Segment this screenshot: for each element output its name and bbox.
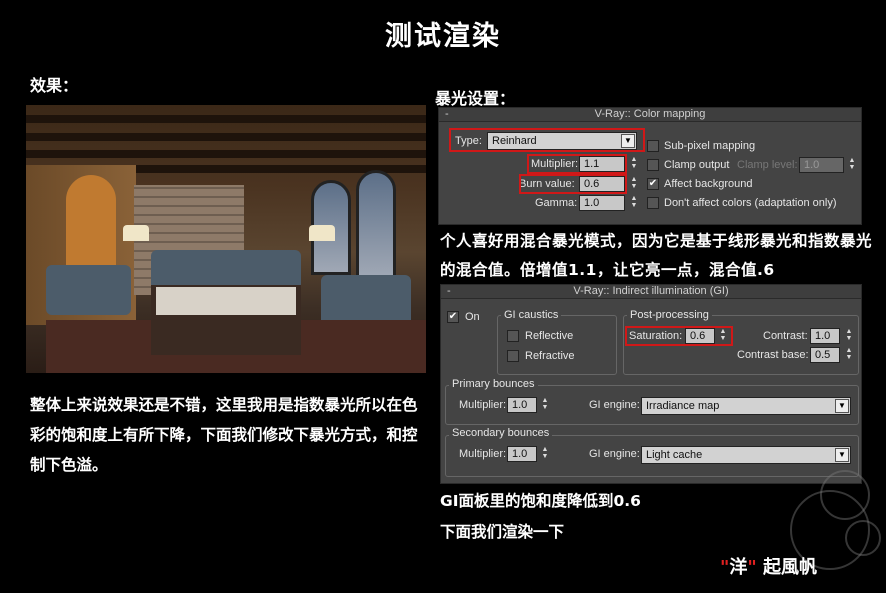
- primary-multiplier-label: Multiplier:: [459, 399, 507, 411]
- signature-rest: 起風帆: [756, 557, 818, 578]
- gi-header[interactable]: - V-Ray:: Indirect illumination (GI): [441, 285, 861, 299]
- multiplier-spinner[interactable]: ▲ ▼: [629, 156, 639, 172]
- highlight-box: [519, 174, 627, 194]
- secondary-engine-value: Light cache: [646, 449, 703, 461]
- secondary-multiplier-spinner[interactable]: ▲ ▼: [540, 446, 550, 462]
- gi-title: V-Ray:: Indirect illumination (GI): [573, 285, 729, 297]
- post-processing-title: Post-processing: [627, 309, 712, 321]
- gi-panel: - V-Ray:: Indirect illumination (GI) ✔ O…: [440, 284, 862, 484]
- contrast-input[interactable]: 1.0: [810, 328, 840, 344]
- refractive-checkbox[interactable]: [507, 350, 519, 362]
- color-mapping-header[interactable]: - V-Ray:: Color mapping: [439, 108, 861, 122]
- paragraph-gi: GI面板里的饱和度降低到0.6 下面我们渲染一下: [440, 486, 740, 548]
- reflective-label: Reflective: [525, 330, 574, 342]
- primary-bounces-title: Primary bounces: [449, 378, 538, 390]
- decorative-swirl: [820, 470, 870, 520]
- contrast-spinner[interactable]: ▲ ▼: [844, 328, 854, 344]
- secondary-engine-dropdown[interactable]: Light cache ▼: [641, 446, 851, 464]
- signature: "洋" 起風帆: [720, 553, 817, 579]
- primary-engine-label: GI engine:: [589, 399, 640, 411]
- subpixel-label: Sub-pixel mapping: [664, 140, 756, 152]
- primary-multiplier-input[interactable]: 1.0: [507, 397, 537, 413]
- gi-on-label: On: [465, 311, 480, 323]
- contrast-base-spinner[interactable]: ▲ ▼: [844, 347, 854, 363]
- paragraph-exposure: 个人喜好用混合暴光模式，因为它是基于线形暴光和指数暴光的混合值。倍增值1.1，让…: [440, 232, 873, 279]
- signature-quote: ": [747, 557, 757, 578]
- secondary-multiplier-input[interactable]: 1.0: [507, 446, 537, 462]
- dropdown-arrow-icon[interactable]: ▼: [835, 399, 849, 413]
- contrast-label: Contrast:: [763, 330, 808, 342]
- paragraph-effect: 整体上来说效果还是不错，这里我用是指数暴光所以在色彩的饱和度上有所下降，下面我们…: [30, 396, 418, 474]
- gi-on-checkbox[interactable]: ✔: [447, 311, 459, 323]
- burn-value-spinner[interactable]: ▲ ▼: [629, 176, 639, 192]
- collapse-icon[interactable]: -: [445, 108, 449, 121]
- effect-label: 效果：: [30, 76, 79, 95]
- gamma-spinner[interactable]: ▲ ▼: [629, 195, 639, 211]
- clamp-level-spinner[interactable]: ▲ ▼: [847, 157, 857, 173]
- clamp-output-checkbox[interactable]: [647, 159, 659, 171]
- affect-bg-checkbox[interactable]: ✔: [647, 178, 659, 190]
- secondary-multiplier-label: Multiplier:: [459, 448, 507, 460]
- render-note-line: 下面我们渲染一下: [440, 523, 565, 541]
- dropdown-arrow-icon[interactable]: ▼: [835, 448, 849, 462]
- gi-caustics-title: GI caustics: [501, 309, 562, 321]
- affect-bg-label: Affect background: [664, 178, 753, 190]
- secondary-engine-label: GI engine:: [589, 448, 640, 460]
- dont-affect-label: Don't affect colors (adaptation only): [664, 197, 837, 209]
- color-mapping-title: V-Ray:: Color mapping: [594, 108, 706, 120]
- secondary-bounces-title: Secondary bounces: [449, 427, 553, 439]
- gamma-input[interactable]: 1.0: [579, 195, 625, 211]
- page-title: 测试渲染: [385, 21, 501, 52]
- color-mapping-panel: - V-Ray:: Color mapping Type: Reinhard ▼…: [438, 107, 862, 225]
- highlight-box: [449, 128, 645, 152]
- decorative-swirl: [845, 520, 881, 556]
- refractive-label: Refractive: [525, 350, 575, 362]
- signature-quote: ": [720, 557, 730, 578]
- primary-engine-dropdown[interactable]: Irradiance map ▼: [641, 397, 851, 415]
- highlight-box: [527, 154, 627, 174]
- clamp-level-label: Clamp level:: [737, 159, 798, 171]
- collapse-icon[interactable]: -: [447, 285, 451, 298]
- subpixel-checkbox[interactable]: [647, 140, 659, 152]
- contrast-base-label: Contrast base:: [737, 349, 809, 361]
- highlight-box: [625, 326, 733, 346]
- gi-note-line: GI面板里的饱和度降低到0.6: [440, 492, 641, 510]
- contrast-base-input[interactable]: 0.5: [810, 347, 840, 363]
- primary-engine-value: Irradiance map: [646, 400, 720, 412]
- dont-affect-checkbox[interactable]: [647, 197, 659, 209]
- exposure-label: 暴光设置：: [435, 89, 516, 108]
- primary-multiplier-spinner[interactable]: ▲ ▼: [540, 397, 550, 413]
- render-image: [26, 105, 426, 373]
- signature-name: 洋: [729, 557, 748, 578]
- gamma-label: Gamma:: [535, 197, 578, 209]
- clamp-output-label: Clamp output: [664, 159, 730, 171]
- clamp-level-input[interactable]: 1.0: [799, 157, 844, 173]
- gi-caustics-group: [497, 315, 617, 375]
- reflective-checkbox[interactable]: [507, 330, 519, 342]
